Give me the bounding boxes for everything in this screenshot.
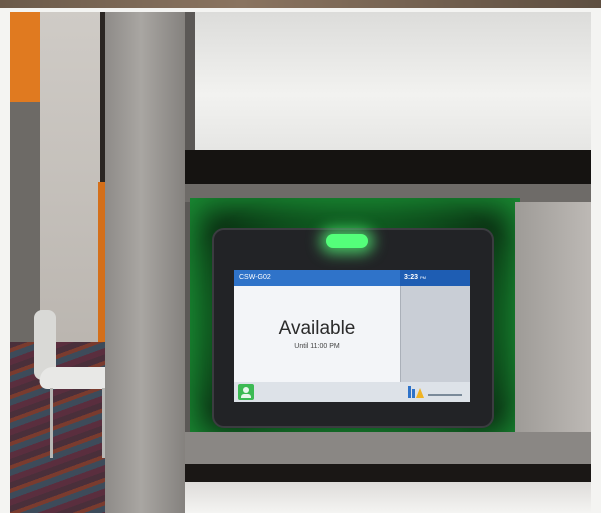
room-code-header: CSW-G02 [234,270,400,286]
clock-time: 3:23 [404,274,419,281]
company-logo-icon [408,386,462,398]
cabinet-shelf [185,150,591,188]
person-icon[interactable] [238,384,254,400]
cabinet-side-panel [515,202,591,442]
cabinet-bottom-shelf [185,432,591,468]
schedule-column[interactable] [400,286,470,382]
availability-until: Until 11:00 PM [294,343,340,350]
orange-wall [10,12,40,102]
cabinet-bottom-gap [185,464,591,482]
tablet-screen: CSW-G02 3:23 PM Available Until 11:00 PM [234,270,470,402]
status-panel[interactable]: Available Until 11:00 PM [234,286,400,382]
cabinet-bottom-panel [185,482,591,513]
clock: 3:23 PM [400,270,470,286]
cabinet-top-panel [195,12,591,150]
photo-top-strip [0,0,601,8]
photo-scene: CSW-G02 3:23 PM Available Until 11:00 PM [10,12,591,513]
clock-suffix: PM [420,275,427,280]
pillar [105,12,195,513]
chair-leg [50,388,53,458]
availability-status: Available [278,318,356,339]
status-led [326,234,368,248]
